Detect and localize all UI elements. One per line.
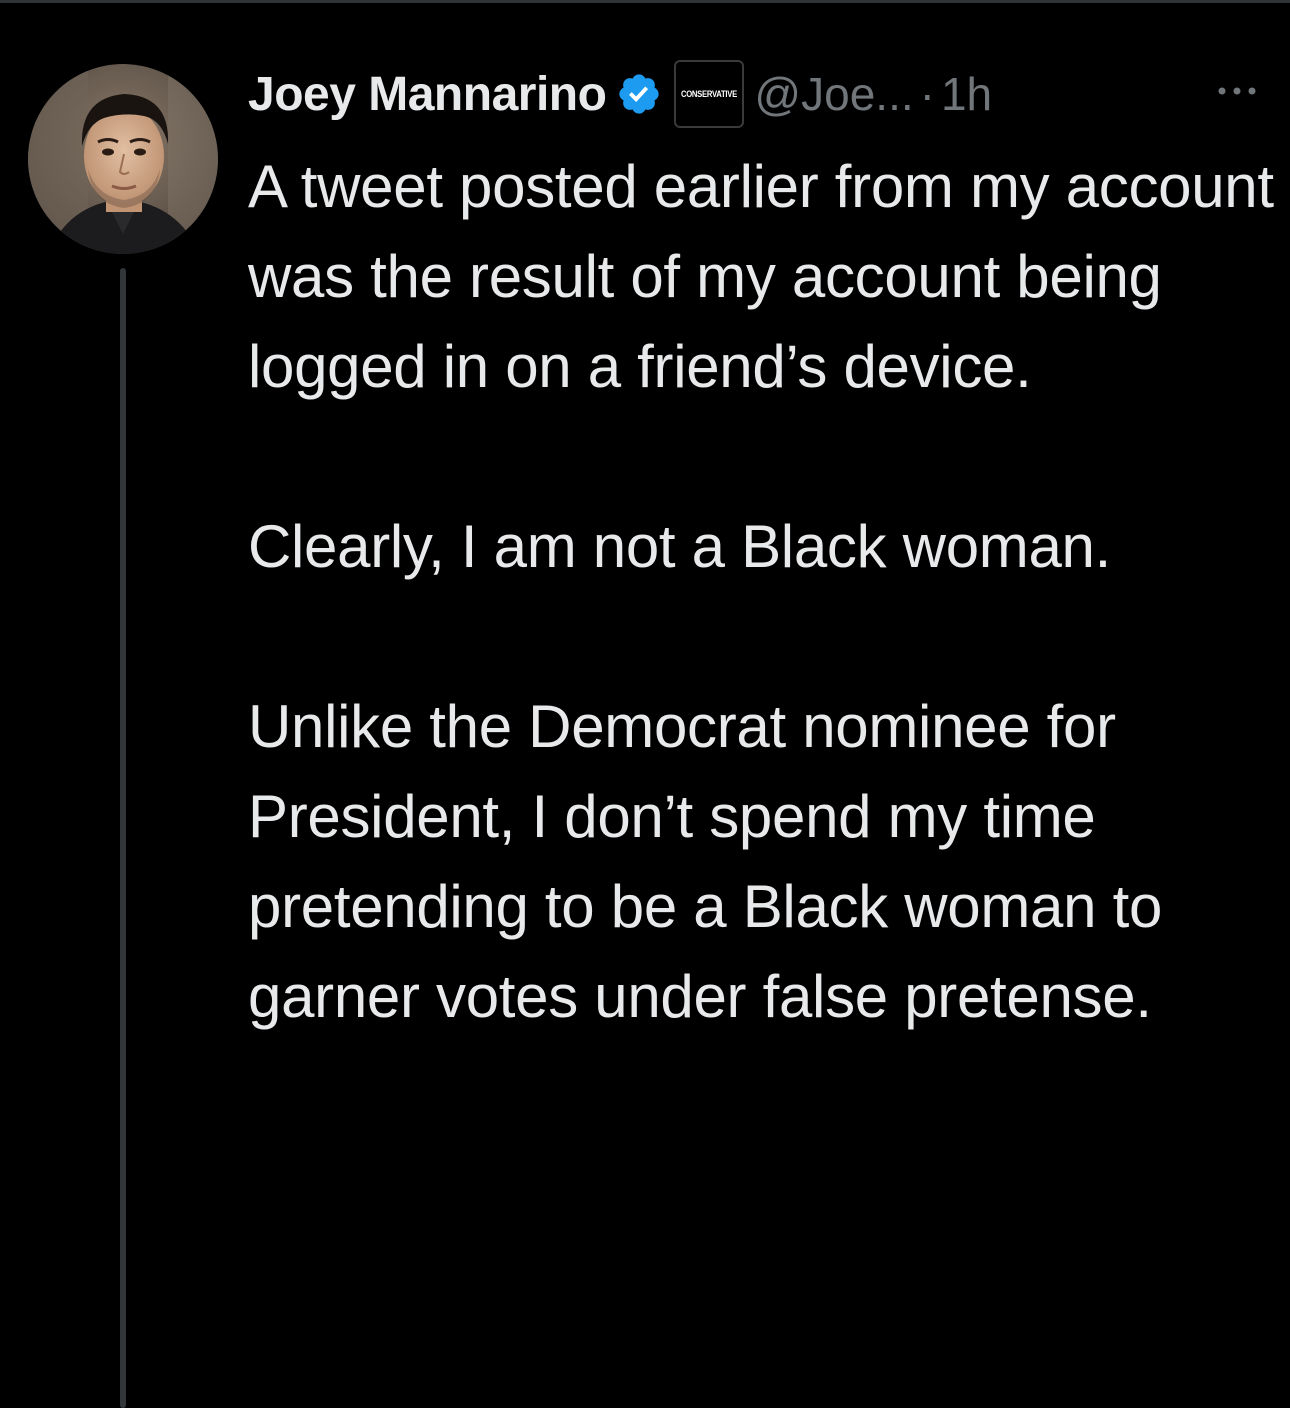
tweet-text: A tweet posted earlier from my account w… [248,142,1278,1042]
more-options-icon[interactable] [1212,76,1262,106]
tweet-header: Joey Mannarino CONSERVATIVE @Joe... · 1h [248,60,992,128]
avatar[interactable] [28,64,218,254]
thread-line [120,268,126,1408]
separator-dot: · [919,68,935,120]
display-name[interactable]: Joey Mannarino [248,67,607,122]
affiliation-badge-label: CONSERVATIVE [681,89,738,99]
tweet-paragraph: Clearly, I am not a Black woman. [248,513,1111,580]
timestamp[interactable]: 1h [941,67,992,121]
avatar-image [28,64,218,254]
verified-badge-icon[interactable] [616,71,662,117]
tweet-paragraph: A tweet posted earlier from my account w… [248,153,1274,400]
user-handle[interactable]: @Joe... [754,67,913,121]
top-divider [0,0,1290,3]
affiliation-badge[interactable]: CONSERVATIVE [674,60,745,128]
tweet-paragraph: Unlike the Democrat nominee for Presiden… [248,693,1163,1030]
